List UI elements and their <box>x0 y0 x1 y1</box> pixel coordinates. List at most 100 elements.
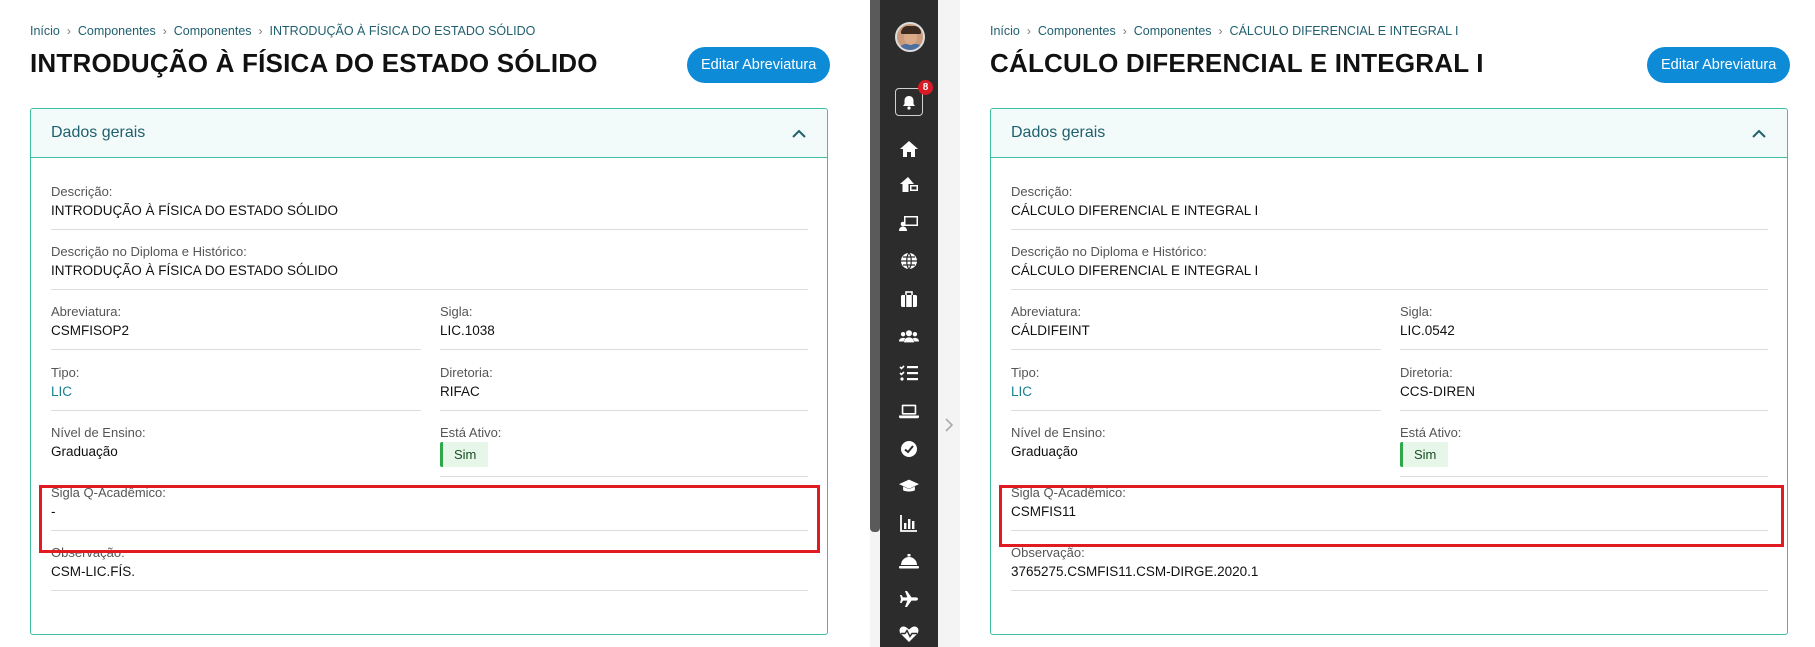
field-tipo: Tipo: LIC <box>51 365 421 411</box>
airplane-icon[interactable] <box>899 589 919 609</box>
status-badge: Sim <box>1400 442 1449 467</box>
field-esta-ativo: Está Ativo: Sim <box>1400 425 1768 477</box>
field-label: Nível de Ensino: <box>51 425 146 440</box>
breadcrumb-separator-icon: › <box>1218 24 1223 38</box>
breadcrumb: Início › Componentes › Componentes › CÁL… <box>990 24 1459 38</box>
breadcrumb-current: INTRODUÇÃO À FÍSICA DO ESTADO SÓLIDO <box>269 24 536 38</box>
field-tipo: Tipo: LIC <box>1011 365 1381 411</box>
card-header[interactable]: Dados gerais <box>991 109 1787 158</box>
breadcrumb-separator-icon: › <box>66 24 71 38</box>
tipo-link[interactable]: LIC <box>51 384 72 399</box>
home-device-icon[interactable] <box>899 175 919 195</box>
general-data-card: Dados gerais Descrição: INTRODUÇÃO À FÍS… <box>30 108 828 635</box>
field-label: Tipo: <box>51 365 80 380</box>
heart-pulse-icon[interactable] <box>899 624 919 644</box>
breadcrumb-separator-icon: › <box>1122 24 1127 38</box>
chevron-up-icon[interactable] <box>1751 125 1767 141</box>
field-value: CCS-DIREN <box>1400 384 1476 399</box>
breadcrumb-separator-icon: › <box>1026 24 1031 38</box>
graduation-cap-icon[interactable] <box>899 476 919 496</box>
breadcrumb-separator-icon: › <box>258 24 263 38</box>
field-value: LIC.1038 <box>440 323 495 338</box>
breadcrumb-inicio[interactable]: Início <box>30 24 60 38</box>
field-diploma: Descrição no Diploma e Histórico: INTROD… <box>51 244 808 290</box>
field-label: Está Ativo: <box>440 425 502 440</box>
page-title: CÁLCULO DIFERENCIAL E INTEGRAL I <box>990 48 1484 78</box>
checklist-icon[interactable] <box>899 363 919 383</box>
field-label: Sigla: <box>440 304 473 319</box>
chart-icon[interactable] <box>899 513 919 533</box>
edit-abbreviation-button[interactable]: Editar Abreviatura <box>687 47 831 83</box>
avatar-shirt <box>898 44 923 50</box>
field-label: Tipo: <box>1011 365 1040 380</box>
breadcrumb: Início › Componentes › Componentes › INT… <box>30 24 535 38</box>
field-label: Descrição: <box>1011 184 1073 199</box>
card-title: Dados gerais <box>51 124 146 141</box>
edit-abbreviation-button[interactable]: Editar Abreviatura <box>1647 47 1791 83</box>
field-label: Descrição no Diploma e Histórico: <box>1011 244 1207 259</box>
avatar[interactable] <box>895 22 925 52</box>
breadcrumb-separator-icon: › <box>162 24 167 38</box>
nav-bar: 8 <box>880 0 938 647</box>
field-value: Graduação <box>1011 444 1078 459</box>
field-value: CSM-LIC.FÍS. <box>51 564 136 579</box>
field-label: Diretoria: <box>1400 365 1453 380</box>
check-circle-icon[interactable] <box>899 439 919 459</box>
field-abreviatura: Abreviatura: CÁLDIFEINT <box>1011 304 1381 350</box>
breadcrumb-componentes[interactable]: Componentes <box>1038 24 1116 38</box>
field-abreviatura: Abreviatura: CSMFISOP2 <box>51 304 421 350</box>
tipo-link[interactable]: LIC <box>1011 384 1032 399</box>
right-panel: Início › Componentes › Componentes › CÁL… <box>960 0 1815 647</box>
field-descricao: Descrição: CÁLCULO DIFERENCIAL E INTEGRA… <box>1011 184 1768 230</box>
field-label: Nível de Ensino: <box>1011 425 1106 440</box>
left-panel: Início › Componentes › Componentes › INT… <box>0 0 870 647</box>
breadcrumb-inicio[interactable]: Início <box>990 24 1020 38</box>
breadcrumb-componentes-2[interactable]: Componentes <box>174 24 252 38</box>
laptop-icon[interactable] <box>899 401 919 421</box>
field-value: CÁLCULO DIFERENCIAL E INTEGRAL I <box>1011 203 1259 218</box>
field-value: RIFAC <box>440 384 480 399</box>
highlight-box <box>999 485 1784 547</box>
field-value: INTRODUÇÃO À FÍSICA DO ESTADO SÓLIDO <box>51 263 339 278</box>
field-descricao: Descrição: INTRODUÇÃO À FÍSICA DO ESTADO… <box>51 184 808 230</box>
field-nivel-ensino: Nível de Ensino: Graduação <box>1011 425 1381 471</box>
home-icon[interactable] <box>899 139 919 159</box>
chevron-right-icon[interactable] <box>944 418 954 437</box>
field-diretoria: Diretoria: CCS-DIREN <box>1400 365 1768 411</box>
card-header[interactable]: Dados gerais <box>31 109 827 158</box>
field-nivel-ensino: Nível de Ensino: Graduação <box>51 425 421 471</box>
field-label: Abreviatura: <box>1011 304 1082 319</box>
breadcrumb-componentes[interactable]: Componentes <box>78 24 156 38</box>
status-badge: Sim <box>440 442 489 467</box>
field-diretoria: Diretoria: RIFAC <box>440 365 808 411</box>
field-value: CÁLDIFEINT <box>1011 323 1090 338</box>
field-esta-ativo: Está Ativo: Sim <box>440 425 808 477</box>
field-label: Diretoria: <box>440 365 493 380</box>
chevron-up-icon[interactable] <box>791 125 807 141</box>
globe-icon[interactable] <box>899 251 919 271</box>
field-value: 3765275.CSMFIS11.CSM-DIRGE.2020.1 <box>1011 564 1259 579</box>
field-label: Abreviatura: <box>51 304 122 319</box>
field-sigla: Sigla: LIC.1038 <box>440 304 808 350</box>
field-value: LIC.0542 <box>1400 323 1455 338</box>
avatar-hair <box>901 26 921 34</box>
field-value: INTRODUÇÃO À FÍSICA DO ESTADO SÓLIDO <box>51 203 339 218</box>
service-bell-icon[interactable] <box>899 551 919 571</box>
highlight-box <box>39 485 820 553</box>
card-title: Dados gerais <box>1011 124 1106 141</box>
field-label: Descrição no Diploma e Histórico: <box>51 244 247 259</box>
users-icon[interactable] <box>899 326 919 346</box>
notification-badge: 8 <box>918 80 933 95</box>
briefcase-icon[interactable] <box>899 289 919 309</box>
sidebar-gap <box>938 0 960 647</box>
field-sigla: Sigla: LIC.0542 <box>1400 304 1768 350</box>
field-label: Está Ativo: <box>1400 425 1462 440</box>
breadcrumb-current: CÁLCULO DIFERENCIAL E INTEGRAL I <box>1229 24 1459 38</box>
page-title: INTRODUÇÃO À FÍSICA DO ESTADO SÓLIDO <box>30 48 598 78</box>
presentation-icon[interactable] <box>899 213 919 233</box>
field-value: CSMFISOP2 <box>51 323 130 338</box>
scrollbar-thumb[interactable] <box>870 0 880 532</box>
field-label: Sigla: <box>1400 304 1433 319</box>
general-data-card: Dados gerais Descrição: CÁLCULO DIFERENC… <box>990 108 1788 635</box>
breadcrumb-componentes-2[interactable]: Componentes <box>1134 24 1212 38</box>
